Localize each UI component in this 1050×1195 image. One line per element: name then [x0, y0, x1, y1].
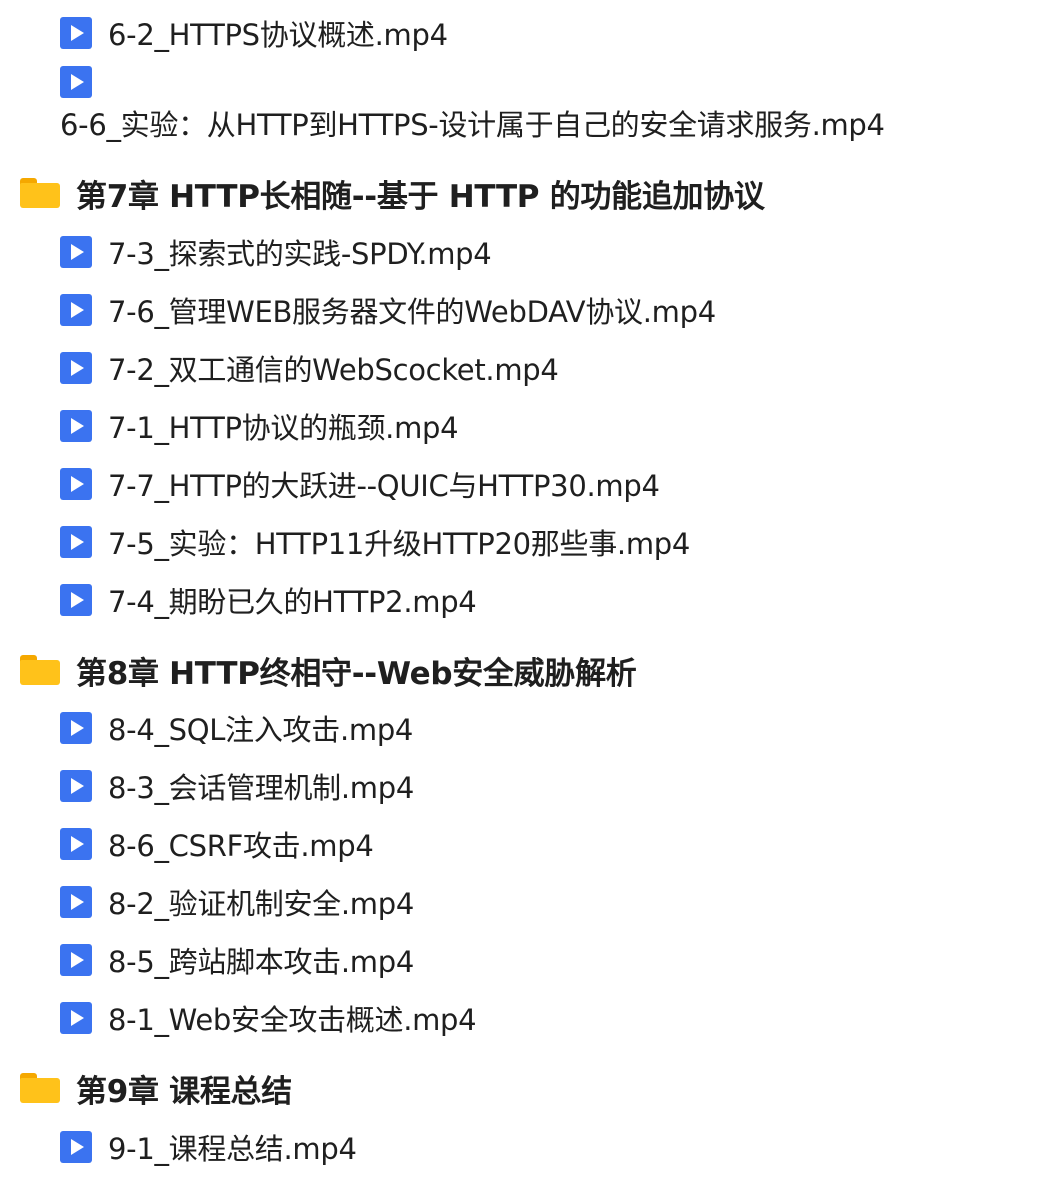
- file-item[interactable]: 8-1_Web安全攻击概述.mp4: [60, 998, 477, 1038]
- chapter-folder[interactable]: 第7章 HTTP长相随--基于 HTTP 的功能追加协议: [20, 170, 765, 216]
- play-icon: [60, 584, 92, 616]
- file-item[interactable]: 6-2_HTTPS协议概述.mp4: [60, 13, 448, 53]
- play-icon: [60, 944, 92, 976]
- file-name: 8-2_验证机制安全.mp4: [108, 887, 414, 921]
- file-name: 7-7_HTTP的大跃进--QUIC与HTTP30.mp4: [108, 469, 660, 503]
- file-item[interactable]: 8-6_CSRF攻击.mp4: [60, 824, 374, 864]
- file-item[interactable]: 8-4_SQL注入攻击.mp4: [60, 708, 413, 748]
- play-icon: [60, 1131, 92, 1163]
- play-icon: [60, 66, 92, 98]
- file-name: 7-4_期盼已久的HTTP2.mp4: [108, 585, 477, 619]
- chapter-title: 第8章 HTTP终相守--Web安全威胁解析: [76, 655, 637, 692]
- file-item[interactable]: 7-2_双工通信的WebScocket.mp4: [60, 348, 559, 388]
- play-icon: [60, 828, 92, 860]
- play-icon: [60, 410, 92, 442]
- folder-icon: [20, 1073, 60, 1103]
- play-icon: [60, 770, 92, 802]
- file-item[interactable]: 9-1_课程总结.mp4: [60, 1127, 357, 1167]
- play-icon: [60, 526, 92, 558]
- file-name: 8-4_SQL注入攻击.mp4: [108, 713, 414, 747]
- file-name: 7-5_实验：HTTP11升级HTTP20那些事.mp4: [108, 527, 691, 561]
- play-icon: [60, 1002, 92, 1034]
- file-item[interactable]: 7-6_管理WEB服务器文件的WebDAV协议.mp4: [60, 290, 716, 330]
- file-item[interactable]: 8-2_验证机制安全.mp4: [60, 882, 414, 922]
- file-item[interactable]: 8-5_跨站脚本攻击.mp4: [60, 940, 414, 980]
- file-name: 7-6_管理WEB服务器文件的WebDAV协议.mp4: [108, 295, 716, 329]
- folder-icon: [20, 655, 60, 685]
- chapter-title: 第7章 HTTP长相随--基于 HTTP 的功能追加协议: [76, 178, 765, 215]
- file-item[interactable]: 7-4_期盼已久的HTTP2.mp4: [60, 580, 477, 620]
- file-item[interactable]: 7-1_HTTP协议的瓶颈.mp4: [60, 406, 459, 446]
- chapter-title: 第9章 课程总结: [76, 1073, 292, 1110]
- file-item[interactable]: 7-5_实验：HTTP11升级HTTP20那些事.mp4: [60, 522, 690, 562]
- file-item[interactable]: 7-3_探索式的实践-SPDY.mp4: [60, 232, 492, 272]
- play-icon: [60, 352, 92, 384]
- file-tree: 6-2_HTTPS协议概述.mp4 6-6_实验：从HTTP到HTTPS-设计属…: [0, 0, 1050, 1195]
- file-item[interactable]: 8-3_会话管理机制.mp4: [60, 766, 414, 806]
- play-icon: [60, 294, 92, 326]
- file-name: 8-5_跨站脚本攻击.mp4: [108, 945, 414, 979]
- file-name: 8-3_会话管理机制.mp4: [108, 771, 414, 805]
- play-icon: [60, 17, 92, 49]
- file-name: 7-1_HTTP协议的瓶颈.mp4: [108, 411, 459, 445]
- file-name: 6-2_HTTPS协议概述.mp4: [108, 18, 448, 52]
- play-icon: [60, 712, 92, 744]
- chapter-folder[interactable]: 第8章 HTTP终相守--Web安全威胁解析: [20, 647, 637, 693]
- play-icon: [60, 886, 92, 918]
- file-item[interactable]: 7-7_HTTP的大跃进--QUIC与HTTP30.mp4: [60, 464, 660, 504]
- chapter-folder[interactable]: 第9章 课程总结: [20, 1065, 292, 1111]
- file-name: 7-2_双工通信的WebScocket.mp4: [108, 353, 559, 387]
- file-name: 8-1_Web安全攻击概述.mp4: [108, 1003, 477, 1037]
- play-icon: [60, 468, 92, 500]
- file-name-wrapped[interactable]: 6-6_实验：从HTTP到HTTPS-设计属于自己的安全请求服务.mp4: [60, 103, 885, 143]
- file-name: 9-1_课程总结.mp4: [108, 1132, 357, 1166]
- file-name: 7-3_探索式的实践-SPDY.mp4: [108, 237, 492, 271]
- play-icon: [60, 236, 92, 268]
- folder-icon: [20, 178, 60, 208]
- file-name: 6-6_实验：从HTTP到HTTPS-设计属于自己的安全请求服务.mp4: [60, 108, 885, 142]
- file-item[interactable]: [60, 66, 92, 98]
- file-name: 8-6_CSRF攻击.mp4: [108, 829, 374, 863]
